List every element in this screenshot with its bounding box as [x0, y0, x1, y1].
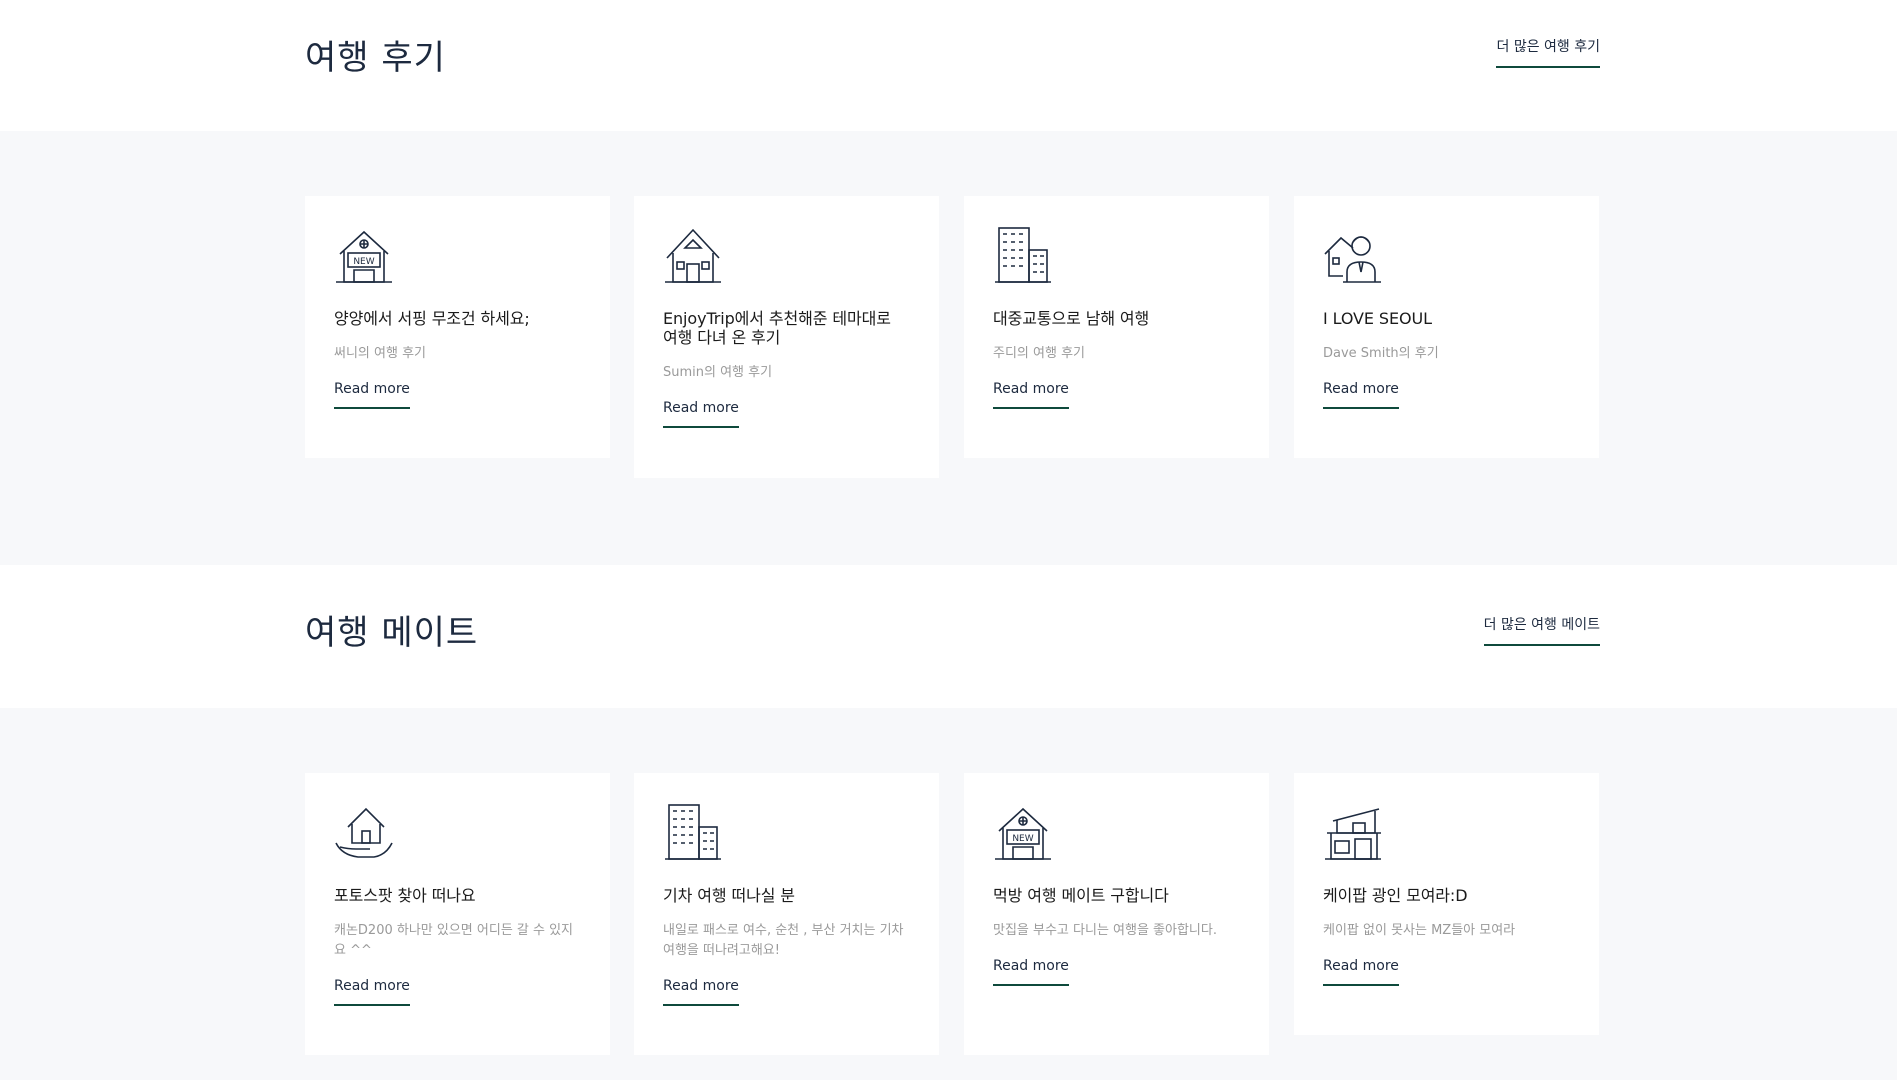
- mate-card[interactable]: 케이팝 광인 모여라:D 케이팝 없이 못사는 MZ들아 모여라 Read mo…: [1294, 773, 1599, 1035]
- mate-card[interactable]: 포토스팟 찾아 떠나요 캐논D200 하나만 있으면 어디든 갈 수 있지요 ^…: [305, 773, 610, 1055]
- review-card-title: I LOVE SEOUL: [1323, 309, 1432, 328]
- read-more-link[interactable]: Read more: [334, 978, 410, 1006]
- review-card[interactable]: 대중교통으로 남해 여행 주디의 여행 후기 Read more: [964, 196, 1269, 458]
- agent-house-icon: [1323, 226, 1383, 286]
- mate-card-description: 케이팝 없이 못사는 MZ들아 모여라: [1323, 923, 1516, 938]
- mate-card-description: 내일로 패스로 여수, 순천 , 부산 거치는 기차 여행을 떠나려고해요!: [663, 923, 904, 958]
- read-more-link[interactable]: Read more: [993, 958, 1069, 986]
- mate-card-description: 캐논D200 하나만 있으면 어디든 갈 수 있지요 ^^: [334, 923, 574, 958]
- more-reviews-link[interactable]: 더 많은 여행 후기: [1496, 36, 1600, 68]
- reviews-section-header: 여행 후기 더 많은 여행 후기: [0, 0, 1897, 131]
- review-card[interactable]: EnjoyTrip에서 추천해준 테마대로 여행 다녀 온 후기 Sumin의 …: [634, 196, 939, 478]
- read-more-link[interactable]: Read more: [334, 381, 410, 409]
- read-more-link[interactable]: Read more: [993, 381, 1069, 409]
- new-house-icon: NEW: [993, 803, 1053, 863]
- review-card[interactable]: I LOVE SEOUL Dave Smith의 후기 Read more: [1294, 196, 1599, 458]
- hand-house-icon: [334, 803, 394, 863]
- mates-section-header: 여행 메이트 더 많은 여행 메이트: [0, 565, 1897, 708]
- review-card[interactable]: NEW 양양에서 서핑 무조건 하세요; 써니의 여행 후기 Read more: [305, 196, 610, 458]
- svg-text:NEW: NEW: [1012, 834, 1033, 844]
- review-card-title: 양양에서 서핑 무조건 하세요;: [334, 309, 530, 328]
- house-icon: [663, 226, 723, 286]
- read-more-link[interactable]: Read more: [663, 978, 739, 1006]
- mate-card[interactable]: 기차 여행 떠나실 분 내일로 패스로 여수, 순천 , 부산 거치는 기차 여…: [634, 773, 939, 1055]
- building-icon: [663, 803, 723, 863]
- read-more-link[interactable]: Read more: [663, 400, 739, 428]
- mate-card-title: 먹방 여행 메이트 구합니다: [993, 886, 1169, 905]
- review-card-author: Dave Smith의 후기: [1323, 346, 1439, 361]
- mate-card-title: 케이팝 광인 모여라:D: [1323, 886, 1468, 905]
- read-more-link[interactable]: Read more: [1323, 381, 1399, 409]
- review-card-author: 주디의 여행 후기: [993, 346, 1085, 361]
- mates-section-title: 여행 메이트: [305, 613, 479, 653]
- mate-card-title: 포토스팟 찾아 떠나요: [334, 886, 476, 905]
- svg-text:NEW: NEW: [353, 257, 374, 267]
- review-card-title: 대중교통으로 남해 여행: [993, 309, 1150, 328]
- review-card-author: Sumin의 여행 후기: [663, 365, 773, 380]
- reviews-section-title: 여행 후기: [305, 38, 446, 78]
- new-house-icon: NEW: [334, 226, 394, 286]
- mate-card-title: 기차 여행 떠나실 분: [663, 886, 795, 905]
- modern-house-icon: [1323, 803, 1383, 863]
- review-card-title: EnjoyTrip에서 추천해준 테마대로 여행 다녀 온 후기: [663, 309, 891, 347]
- reviews-band: NEW 양양에서 서핑 무조건 하세요; 써니의 여행 후기 Read more…: [0, 131, 1897, 565]
- mate-card[interactable]: NEW 먹방 여행 메이트 구합니다 맛집을 부수고 다니는 여행을 좋아합니다…: [964, 773, 1269, 1055]
- review-card-author: 써니의 여행 후기: [334, 346, 426, 361]
- mates-band: 포토스팟 찾아 떠나요 캐논D200 하나만 있으면 어디든 갈 수 있지요 ^…: [0, 708, 1897, 1080]
- more-mates-link[interactable]: 더 많은 여행 메이트: [1483, 614, 1600, 646]
- mate-card-description: 맛집을 부수고 다니는 여행을 좋아합니다.: [993, 923, 1217, 938]
- read-more-link[interactable]: Read more: [1323, 958, 1399, 986]
- building-icon: [993, 226, 1053, 286]
